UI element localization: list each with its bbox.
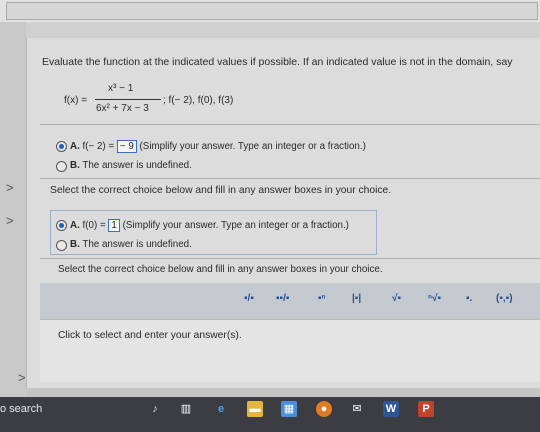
powerpoint-icon[interactable]: P [418, 401, 434, 417]
divider [40, 258, 540, 259]
file-explorer-icon[interactable]: ▬ [247, 401, 263, 417]
absolute-value-tool-button[interactable]: |▪| [352, 293, 361, 304]
store-icon[interactable]: ▦ [281, 401, 297, 417]
fraction-tool-button[interactable]: ▪/▪ [244, 293, 254, 304]
decimal-tool-button[interactable]: ▪. [466, 293, 472, 304]
option-a-2[interactable]: A. f(0) = 1 (Simplify your answer. Type … [70, 219, 349, 232]
divider [40, 124, 540, 125]
radio-option-a-2[interactable] [56, 220, 67, 231]
taskbar [0, 397, 540, 432]
function-denominator: 6x² + 7x − 3 [96, 103, 149, 114]
option-a-1[interactable]: A. f(− 2) = − 9 (Simplify your answer. T… [70, 140, 366, 153]
math-toolbar [40, 283, 540, 319]
enter-answer-hint: Click to select and enter your answer(s)… [58, 330, 242, 341]
microphone-icon[interactable]: ♪ [147, 401, 163, 417]
left-nav-track [0, 22, 26, 402]
mixed-number-tool-button[interactable]: ▪▪/▪ [276, 293, 289, 304]
nth-root-tool-button[interactable]: ⁿ√▪ [428, 293, 441, 304]
chevron-down-icon[interactable]: > [18, 370, 26, 385]
option-text: The answer is undefined. [82, 239, 192, 250]
mail-icon[interactable]: ✉ [349, 401, 365, 417]
radio-option-b-2[interactable] [56, 240, 67, 251]
question-instruction: Evaluate the function at the indicated v… [42, 56, 513, 68]
answer-entry-area[interactable] [40, 319, 540, 382]
top-input-field[interactable] [6, 2, 538, 20]
fraction-bar [95, 99, 161, 100]
chrome-icon[interactable]: ● [316, 401, 332, 417]
chevron-right-icon[interactable]: > [6, 180, 14, 195]
chevron-right-icon[interactable]: > [6, 213, 14, 228]
option-note: (Simplify your answer. Type an integer o… [139, 141, 366, 152]
exponent-tool-button[interactable]: ▪ⁿ [318, 293, 326, 304]
word-icon[interactable]: W [383, 401, 399, 417]
answer-box-2[interactable]: 1 [108, 219, 120, 232]
ordered-pair-tool-button[interactable]: (▪,▪) [496, 293, 513, 304]
option-prefix: f(0) = [82, 220, 106, 231]
function-numerator: x³ − 1 [108, 83, 134, 94]
option-letter: A. [70, 141, 80, 152]
option-letter: A. [70, 220, 80, 231]
option-b-2[interactable]: B. The answer is undefined. [70, 239, 192, 250]
taskbar-search[interactable]: o search [0, 403, 42, 415]
option-text: The answer is undefined. [82, 160, 192, 171]
task-view-icon[interactable]: ▥ [178, 401, 194, 417]
option-prefix: f(− 2) = [82, 141, 115, 152]
option-letter: B. [70, 239, 80, 250]
option-note: (Simplify your answer. Type an integer o… [122, 220, 349, 231]
edge-browser-icon[interactable]: e [213, 401, 229, 417]
divider [40, 178, 540, 179]
sqrt-tool-button[interactable]: √▪ [392, 293, 401, 304]
option-letter: B. [70, 160, 80, 171]
answer-box-1[interactable]: − 9 [116, 140, 137, 153]
top-bar [0, 0, 540, 22]
select-prompt-2: Select the correct choice below and fill… [58, 264, 383, 275]
radio-option-b-1[interactable] [56, 161, 67, 172]
option-b-1[interactable]: B. The answer is undefined. [70, 160, 192, 171]
radio-option-a-1[interactable] [56, 141, 67, 152]
function-lhs: f(x) = [64, 95, 88, 106]
evaluate-points: ; f(− 2), f(0), f(3) [163, 95, 234, 106]
select-prompt-1: Select the correct choice below and fill… [50, 185, 392, 196]
